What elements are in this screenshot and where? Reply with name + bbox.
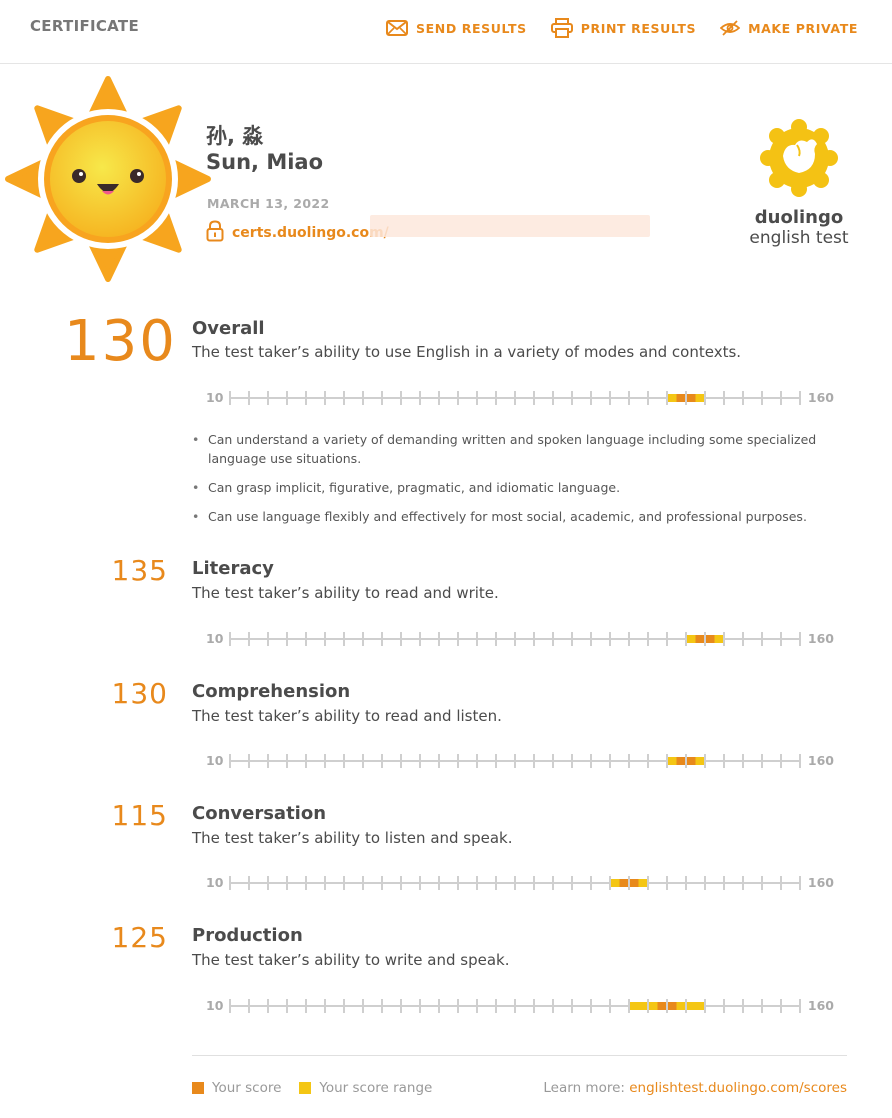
- overall-score-scale: 10 160: [192, 388, 848, 408]
- scale-track: [229, 999, 801, 1013]
- scale-max-label: 160: [807, 998, 834, 1013]
- scale-track: [229, 876, 801, 890]
- descriptor-item: Can grasp implicit, figurative, pragmati…: [192, 478, 842, 497]
- overall-description: The test taker’s ability to use English …: [192, 343, 742, 361]
- scale-max-label: 160: [807, 875, 834, 890]
- overall-descriptors: Can understand a variety of demanding wr…: [192, 430, 842, 536]
- eye-slash-icon: [720, 20, 741, 36]
- scale-max-label: 160: [807, 753, 834, 768]
- comprehension-description: The test taker’s ability to read and lis…: [192, 707, 502, 725]
- footer-divider: [192, 1055, 847, 1056]
- conversation-title: Conversation: [192, 803, 327, 824]
- literacy-score: 135: [111, 554, 168, 587]
- literacy-description: The test taker’s ability to read and wri…: [192, 584, 499, 602]
- logo-subtitle: english test: [749, 228, 849, 248]
- scale-min-label: 10: [206, 753, 224, 768]
- make-private-label: MAKE PRIVATE: [748, 20, 858, 36]
- your-score-swatch: [192, 1082, 204, 1094]
- descriptor-item: Can understand a variety of demanding wr…: [192, 430, 842, 468]
- overall-title: Overall: [192, 318, 265, 339]
- scale-min-label: 10: [206, 390, 224, 405]
- scale-track: [229, 391, 801, 405]
- candidate-native-name: 孙, 淼: [206, 124, 264, 148]
- send-results-button[interactable]: SEND RESULTS: [386, 16, 527, 40]
- legend: Your score Your score range: [192, 1080, 432, 1096]
- scale-max-label: 160: [807, 631, 834, 646]
- make-private-button[interactable]: MAKE PRIVATE: [720, 16, 858, 40]
- learn-more-link[interactable]: englishtest.duolingo.com/scores: [629, 1080, 847, 1096]
- redacted-area: [370, 215, 650, 237]
- your-range-swatch: [299, 1082, 312, 1094]
- scale-min-label: 10: [206, 631, 224, 646]
- certificate-link-row: certs.duolingo.com/: [206, 220, 389, 246]
- logo-word: duolingo: [754, 207, 844, 228]
- scale-track: [229, 754, 801, 768]
- scale-track: [229, 632, 801, 646]
- duolingo-logo: duolingo english test: [744, 118, 854, 248]
- certificate-link[interactable]: certs.duolingo.com/: [232, 225, 389, 241]
- comprehension-score: 130: [111, 677, 168, 710]
- production-score-scale: 10 160: [192, 996, 848, 1016]
- envelope-icon: [386, 20, 409, 36]
- print-results-button[interactable]: PRINT RESULTS: [550, 16, 697, 40]
- learn-more-label: Learn more:: [543, 1080, 630, 1096]
- duolingo-bird-icon: [759, 119, 839, 202]
- page-title: CERTIFICATE: [30, 17, 140, 35]
- scale-max-label: 160: [807, 390, 834, 405]
- learn-more: Learn more: englishtest.duolingo.com/sco…: [543, 1080, 847, 1096]
- footer: Your score Your score range Learn more: …: [192, 1080, 847, 1102]
- literacy-score-scale: 10 160: [192, 629, 848, 649]
- production-score: 125: [111, 921, 168, 954]
- production-title: Production: [192, 925, 303, 946]
- scale-min-label: 10: [206, 875, 224, 890]
- scale-min-label: 10: [206, 998, 224, 1013]
- comprehension-title: Comprehension: [192, 681, 351, 702]
- send-results-label: SEND RESULTS: [416, 20, 527, 36]
- conversation-score: 115: [111, 799, 168, 832]
- printer-icon: [550, 18, 573, 38]
- your-score-legend: Your score: [212, 1080, 282, 1096]
- lock-icon: [206, 220, 224, 246]
- conversation-description: The test taker’s ability to listen and s…: [192, 829, 513, 847]
- action-bar: SEND RESULTS PRINT RESULTS MAKE PRIVATE: [386, 16, 858, 40]
- top-bar: CERTIFICATE SEND RESULTS PRINT RESULTS M…: [0, 0, 892, 64]
- production-description: The test taker’s ability to write and sp…: [192, 951, 510, 969]
- candidate-latin-name: Sun, Miao: [206, 150, 324, 174]
- descriptor-item: Can use language flexibly and effectivel…: [192, 507, 842, 526]
- sun-mascot-icon: [0, 68, 222, 290]
- test-date: MARCH 13, 2022: [207, 196, 330, 211]
- print-results-label: PRINT RESULTS: [580, 20, 697, 36]
- overall-score: 130: [64, 309, 177, 374]
- your-range-legend: Your score range: [319, 1080, 433, 1096]
- literacy-title: Literacy: [192, 558, 274, 579]
- conversation-score-scale: 10 160: [192, 873, 848, 893]
- comprehension-score-scale: 10 160: [192, 751, 848, 771]
